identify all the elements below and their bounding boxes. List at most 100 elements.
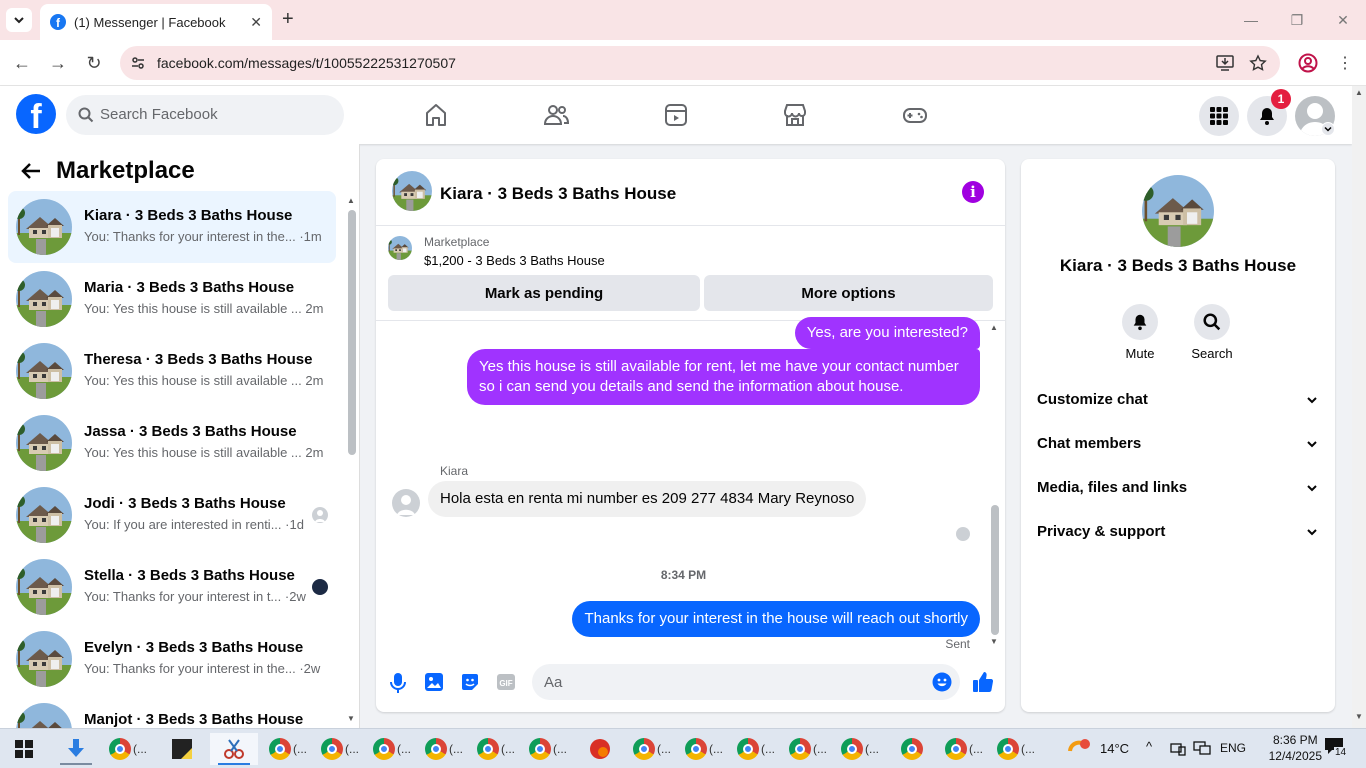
minimize-button[interactable]: — xyxy=(1228,0,1274,40)
back-button[interactable]: ← xyxy=(11,52,33,74)
conversation-preview: You: Thanks for your interest in t... ·2… xyxy=(84,589,306,604)
emoji-icon[interactable] xyxy=(932,672,952,692)
close-window-button[interactable]: ✕ xyxy=(1320,0,1366,40)
gif-icon[interactable]: GIF xyxy=(496,672,516,692)
conversation-item[interactable]: Theresa · 3 Beds 3 Baths House You: Yes … xyxy=(8,335,336,407)
restore-button[interactable]: ❐ xyxy=(1274,0,1320,40)
video-icon[interactable] xyxy=(663,102,689,128)
account-chevron-icon[interactable] xyxy=(1321,122,1335,136)
chat-scrollbar[interactable] xyxy=(991,505,999,635)
taskbar-chrome-window[interactable]: (... xyxy=(628,733,676,765)
outgoing-message[interactable]: Yes, are you interested? xyxy=(794,317,980,349)
browser-menu-button[interactable]: ⋮ xyxy=(1334,52,1356,74)
chevron-up-icon[interactable]: ^ xyxy=(1146,739,1152,754)
network-icon[interactable] xyxy=(1193,741,1211,755)
taskbar-chrome-window[interactable]: (... xyxy=(992,733,1040,765)
sticker-icon[interactable] xyxy=(460,672,480,692)
info-icon[interactable]: i xyxy=(962,181,984,203)
marketplace-icon[interactable] xyxy=(782,102,808,128)
chat-members-section[interactable]: Chat members xyxy=(1037,431,1319,459)
conversation-item[interactable]: Evelyn · 3 Beds 3 Baths House You: Thank… xyxy=(8,623,336,695)
back-arrow-icon[interactable] xyxy=(20,160,42,182)
taskbar-chrome-window[interactable]: (... xyxy=(940,733,988,765)
outgoing-message[interactable]: Thanks for your interest in the house wi… xyxy=(572,601,980,637)
media-files-links-section[interactable]: Media, files and links xyxy=(1037,475,1319,503)
mute-button[interactable]: Mute xyxy=(1110,304,1170,361)
scroll-down-icon[interactable]: ▼ xyxy=(347,714,355,723)
listing-thumbnail[interactable] xyxy=(388,236,412,260)
new-tab-button[interactable]: + xyxy=(282,8,294,31)
scroll-up-icon[interactable]: ▲ xyxy=(990,323,998,332)
microphone-icon[interactable] xyxy=(389,672,407,694)
page-scrollbar[interactable]: ▲ ▼ xyxy=(1352,86,1366,728)
tab-search-button[interactable] xyxy=(6,8,32,32)
sender-avatar[interactable] xyxy=(392,489,420,517)
menu-grid-button[interactable] xyxy=(1199,96,1239,136)
taskbar-chrome-window[interactable]: (... xyxy=(316,733,364,765)
weather-icon[interactable] xyxy=(1068,739,1090,759)
start-button[interactable] xyxy=(0,733,48,765)
scroll-down-icon[interactable]: ▼ xyxy=(990,637,998,646)
customize-chat-section[interactable]: Customize chat xyxy=(1037,387,1319,415)
profile-icon[interactable] xyxy=(1298,53,1318,73)
taskbar-snipping-tool[interactable] xyxy=(210,733,258,765)
facebook-search[interactable]: Search Facebook xyxy=(66,95,344,135)
taskbar-chrome-window[interactable]: (... xyxy=(732,733,780,765)
browser-tab[interactable]: f (1) Messenger | Facebook ✕ xyxy=(40,4,272,40)
grid-icon xyxy=(1210,107,1228,125)
conversation-item[interactable]: Stella · 3 Beds 3 Baths House You: Thank… xyxy=(8,551,336,623)
incoming-message[interactable]: Hola esta en renta mi number es 209 277 … xyxy=(428,481,867,517)
sender-name: Kiara xyxy=(440,464,469,478)
chat-avatar[interactable] xyxy=(392,171,432,211)
conversation-item[interactable]: Maria · 3 Beds 3 Baths House You: Yes th… xyxy=(8,263,336,335)
taskbar-chrome-window[interactable] xyxy=(888,733,936,765)
scroll-up-icon[interactable]: ▲ xyxy=(347,196,355,205)
taskbar-chrome-window[interactable]: (... xyxy=(524,733,572,765)
conversation-item[interactable]: Jassa · 3 Beds 3 Baths House You: Yes th… xyxy=(8,407,336,479)
forward-button[interactable]: → xyxy=(47,52,69,74)
bookmark-star-icon[interactable] xyxy=(1249,54,1267,72)
taskbar-downloads[interactable] xyxy=(52,733,100,765)
chrome-icon xyxy=(269,738,291,760)
search-in-chat-button[interactable]: Search xyxy=(1182,304,1242,361)
mark-as-pending-button[interactable]: Mark as pending xyxy=(388,275,700,311)
weather-temp[interactable]: 14°C xyxy=(1100,741,1129,756)
message-line: so i can send you details and send the i… xyxy=(479,378,904,395)
listing-price-title[interactable]: $1,200 - 3 Beds 3 Baths House xyxy=(424,253,605,268)
address-bar[interactable]: facebook.com/messages/t/1005522253127050… xyxy=(120,46,1280,80)
display-icon[interactable] xyxy=(1170,742,1186,756)
taskbar-chrome-window[interactable]: (... xyxy=(836,733,884,765)
conversation-item[interactable]: Manjot · 3 Beds 3 Baths House xyxy=(8,695,336,728)
taskbar-app[interactable] xyxy=(576,733,624,765)
taskbar-chrome-window[interactable]: (... xyxy=(680,733,728,765)
privacy-support-section[interactable]: Privacy & support xyxy=(1037,519,1319,547)
facebook-logo[interactable]: f xyxy=(16,94,56,134)
taskbar-chrome-window[interactable]: (... xyxy=(368,733,416,765)
conversation-scrollbar[interactable] xyxy=(348,210,356,455)
taskbar-chrome-window[interactable]: (... xyxy=(420,733,468,765)
system-clock[interactable]: 8:36 PM 12/4/2025 xyxy=(1269,732,1322,764)
profile-avatar[interactable] xyxy=(1142,175,1214,247)
reload-button[interactable]: ↻ xyxy=(83,52,105,74)
conversation-item[interactable]: Jodi · 3 Beds 3 Baths House You: If you … xyxy=(8,479,336,551)
notification-center-button[interactable]: 14 xyxy=(1324,737,1348,759)
gaming-icon[interactable] xyxy=(902,102,928,128)
taskbar-chrome-window[interactable]: (... xyxy=(264,733,312,765)
taskbar-sticky-notes[interactable] xyxy=(158,733,206,765)
photo-icon[interactable] xyxy=(424,672,444,692)
close-tab-icon[interactable]: ✕ xyxy=(250,14,262,31)
thumbs-up-icon[interactable] xyxy=(972,671,994,693)
install-app-icon[interactable] xyxy=(1216,55,1234,71)
message-input[interactable]: Aa xyxy=(532,664,960,700)
taskbar-chrome-window[interactable]: (... xyxy=(104,733,152,765)
home-icon[interactable] xyxy=(423,102,449,128)
language-indicator[interactable]: ENG xyxy=(1220,741,1246,755)
taskbar-chrome-window[interactable]: (... xyxy=(472,733,520,765)
friends-icon[interactable] xyxy=(543,102,569,128)
site-info-icon[interactable] xyxy=(130,55,146,71)
conversation-item[interactable]: Kiara · 3 Beds 3 Baths House You: Thanks… xyxy=(8,191,336,263)
outgoing-message[interactable]: Yes this house is still available for re… xyxy=(467,349,980,405)
more-options-button[interactable]: More options xyxy=(704,275,993,311)
taskbar-chrome-window[interactable]: (... xyxy=(784,733,832,765)
chat-title[interactable]: Kiara · 3 Beds 3 Baths House xyxy=(440,184,676,204)
